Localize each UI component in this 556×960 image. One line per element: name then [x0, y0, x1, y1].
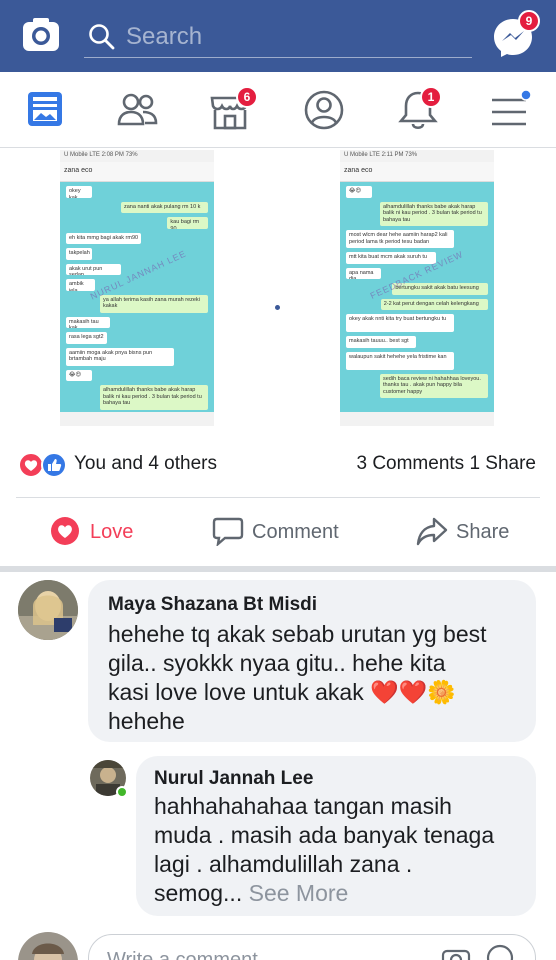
nav-bar: 6 1 [0, 72, 556, 148]
chat-bubble: alhamdulillah thanks babe akak harap bal… [380, 201, 488, 226]
my-avatar[interactable] [18, 932, 78, 960]
chat-contact: zana eco [340, 162, 494, 182]
section-separator [0, 566, 556, 572]
chat-bubble: takpelah [66, 248, 92, 260]
phone-status-bar: U Mobile LTE 2:11 PM 73% [340, 150, 494, 162]
avatar[interactable] [18, 580, 78, 640]
love-label: Love [90, 521, 134, 543]
chat-input-bar [340, 412, 494, 426]
friends-icon[interactable] [116, 88, 160, 132]
comment-truncated-line: semog... [154, 880, 243, 906]
chat-bubble: ya allah terima kasih zana murah rezeki … [100, 294, 208, 313]
reply-bubble[interactable]: Nurul Jannah Lee hahhahahahaa tangan mas… [136, 756, 536, 916]
chat-bubble: okey kak [66, 186, 92, 198]
share-button[interactable]: Share [416, 516, 516, 548]
love-icon [51, 517, 79, 545]
camera-icon[interactable] [22, 17, 60, 53]
chat-bubble: makasih tauuu.. best sgt [346, 336, 416, 348]
marketplace-badge: 6 [236, 86, 258, 108]
divider [16, 497, 540, 498]
comment-line: muda . masih ada banyak tenaga [154, 822, 495, 848]
comment-text: hahhahahahaa tangan masih muda . masih a… [154, 792, 494, 908]
chat-bubble: akak urut pun sedap [66, 263, 122, 275]
post-image-gallery[interactable]: U Mobile LTE 2:08 PM 73% zana eco okey k… [0, 148, 556, 428]
reactions-row[interactable]: You and 4 others 3 Comments 1 Share [0, 440, 556, 486]
reaction-icons [18, 452, 67, 478]
comment-button[interactable]: Comment [212, 516, 352, 548]
chat-bubble: 2-2 kat perut dengan celah kelengkang [380, 298, 488, 310]
share-label: Share [456, 521, 510, 543]
chat-bubble: mtt kita buat mcm akak suruh tu [346, 252, 436, 264]
chat-bubble: 😂😍 [346, 186, 372, 198]
comment-line: hehehe [108, 708, 185, 734]
chat-bubble: zana nanti akak pulang rm 10 k [121, 201, 208, 213]
phone-status-bar: U Mobile LTE 2:08 PM 73% [60, 150, 214, 162]
comment-label: Comment [252, 521, 339, 543]
emoji-icon[interactable] [485, 943, 515, 960]
comment-author[interactable]: Maya Shazana Bt Misdi [108, 594, 317, 616]
comments-shares-count[interactable]: 3 Comments 1 Share [356, 453, 536, 475]
comment-text: hehehe tq akak sebab urutan yg best gila… [108, 620, 487, 736]
comment-line: semog... See More [154, 879, 494, 908]
chat-bubble: ambik jela [66, 279, 95, 291]
profile-icon[interactable] [302, 88, 346, 132]
chat-bubble: rasa lega sgt2 [66, 332, 107, 344]
chat-bubble: sedih baca review ni hahahhaa loveyou. t… [380, 373, 488, 398]
camera-icon[interactable] [441, 945, 471, 960]
comment-line: hehehe tq akak sebab urutan yg best [108, 621, 487, 647]
comment-icon [212, 517, 244, 548]
chat-contact: zana eco [60, 162, 214, 182]
chat-bubble: 😂😍 [66, 369, 92, 381]
see-more-link[interactable]: See More [249, 880, 349, 906]
comment-composer[interactable]: Write a comment... [88, 934, 536, 960]
messenger-badge: 9 [518, 10, 540, 32]
chat-bubble: okey akak nnti kita try buat bertungku t… [346, 314, 454, 332]
reactions-summary[interactable]: You and 4 others [74, 453, 217, 475]
search-input[interactable]: Search [84, 14, 472, 58]
composer-placeholder: Write a comment... [107, 949, 275, 960]
chat-bubble: eh kita mmg bagi akak rm90 [66, 232, 142, 244]
comment-line: gila.. syokkk nyaa gitu.. hehe kita [108, 650, 446, 676]
chat-bubble: walaupun sakit hehehe yela fristime kan [346, 351, 454, 370]
chat-bubble: apa nama dia [346, 267, 381, 279]
top-bar: Search 9 [0, 0, 556, 72]
search-icon [89, 24, 115, 50]
online-status-icon [116, 786, 128, 798]
chat-input-bar [60, 412, 214, 426]
chat-screenshot-right[interactable]: U Mobile LTE 2:11 PM 73% zana eco 😂😍 alha… [340, 150, 494, 426]
watermark: NURUL JANNAH LEE [88, 248, 188, 302]
chat-bubble: makasih tau kak [66, 316, 110, 328]
comment-line: hahhahahahaa tangan masih [154, 793, 452, 819]
post-actions: Love Comment Share [0, 504, 556, 560]
chat-bubble: aamiin moga akak pnya bisns pun brtambah… [66, 347, 174, 366]
news-feed-icon[interactable] [24, 88, 68, 132]
search-placeholder: Search [126, 23, 203, 50]
comment-line: kasi love love untuk akak ❤️❤️🌼 [108, 679, 456, 705]
chat-screenshot-left[interactable]: U Mobile LTE 2:08 PM 73% zana eco okey k… [60, 150, 214, 426]
comment-author[interactable]: Nurul Jannah Lee [154, 768, 313, 790]
chat-bubble: most wlcm dear hehe aamiin harap2 kali p… [346, 230, 454, 248]
share-icon [416, 517, 448, 546]
chat-bubble: alhamdulillah thanks babe akak harap bal… [100, 385, 208, 410]
gallery-dot [275, 305, 280, 310]
chat-bubble: kau bagi rm 90 [167, 217, 208, 229]
menu-icon[interactable] [488, 88, 532, 132]
comment-bubble[interactable]: Maya Shazana Bt Misdi hehehe tq akak seb… [88, 580, 536, 742]
notifications-badge: 1 [420, 86, 442, 108]
comment-line: lagi . alhamdulillah zana . [154, 851, 413, 877]
love-button[interactable]: Love [50, 516, 150, 548]
